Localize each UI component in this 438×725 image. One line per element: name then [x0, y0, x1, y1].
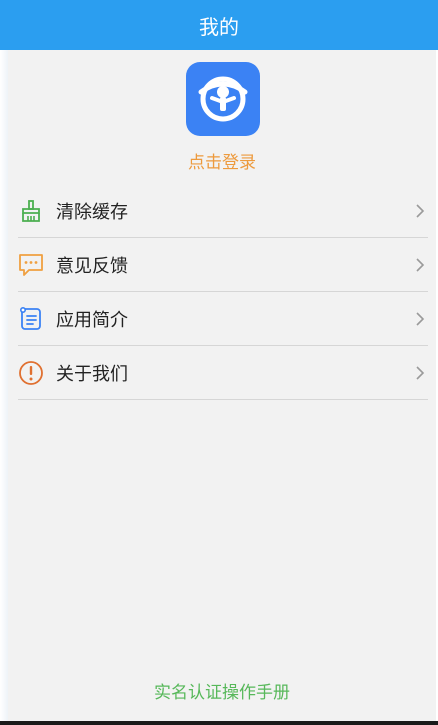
menu-item-label: 应用简介 [56, 309, 128, 331]
realname-manual-link[interactable]: 实名认证操作手册 [8, 678, 436, 703]
screen: 我的 点击登录 清除缓存 意见反馈 应用简介 关于我们 实名认证操作手册 [0, 0, 438, 725]
bottom-edge [0, 721, 438, 725]
menu-item-label: 清除缓存 [56, 201, 128, 223]
edge-shadow [0, 50, 8, 721]
menu-item-label: 关于我们 [56, 363, 128, 385]
menu-item-about-us[interactable]: 关于我们 [18, 346, 428, 400]
chevron-right-icon [414, 257, 426, 273]
menu-item-clear-cache[interactable]: 清除缓存 [18, 184, 428, 238]
app-logo-icon [198, 76, 248, 122]
document-list-icon [18, 306, 44, 332]
menu-item-app-intro[interactable]: 应用简介 [18, 292, 428, 346]
feedback-chat-icon [18, 252, 44, 278]
chevron-right-icon [414, 365, 426, 381]
app-logo[interactable] [186, 62, 260, 136]
content-panel: 点击登录 清除缓存 意见反馈 应用简介 关于我们 实名认证操作手册 [8, 50, 436, 721]
chevron-right-icon [414, 311, 426, 327]
chevron-right-icon [414, 203, 426, 219]
menu-item-label: 意见反馈 [56, 255, 128, 277]
title-bar: 我的 [0, 0, 438, 50]
settings-menu: 清除缓存 意见反馈 应用简介 关于我们 [18, 184, 428, 400]
broom-icon [18, 198, 44, 224]
login-link[interactable]: 点击登录 [8, 148, 436, 173]
info-circle-icon [18, 360, 44, 386]
menu-item-feedback[interactable]: 意见反馈 [18, 238, 428, 292]
page-title: 我的 [199, 14, 239, 39]
